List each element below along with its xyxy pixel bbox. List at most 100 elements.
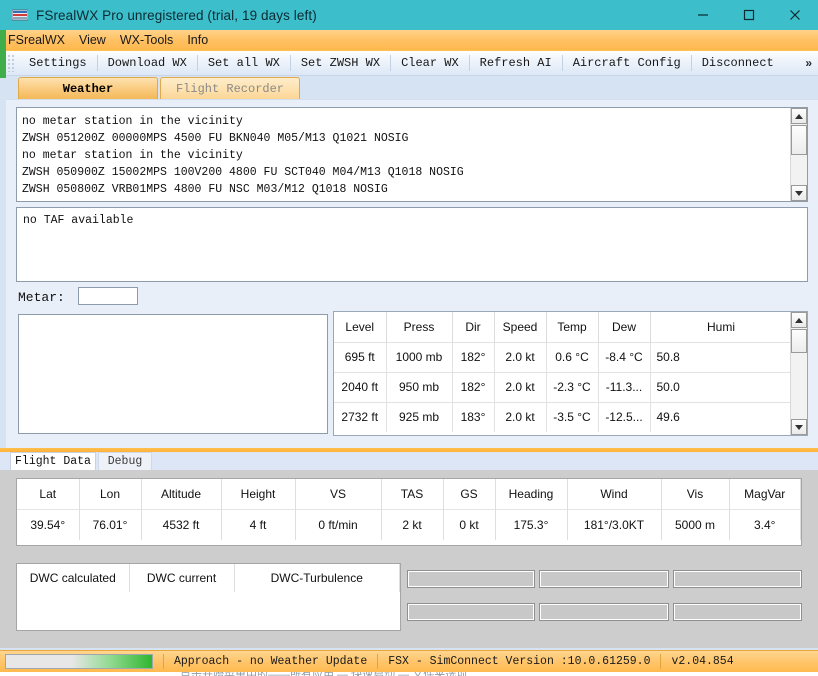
menu-item-view[interactable]: View	[79, 33, 106, 47]
toolbar-button-download-wx[interactable]: Download WX	[98, 53, 197, 74]
dwc-field-box-6[interactable]	[673, 603, 802, 621]
toolbar-overflow-chevron-icon[interactable]: »	[801, 56, 818, 70]
table-header-row: Lat Lon Altitude Height VS TAS GS Headin…	[17, 479, 801, 510]
dwc-field-box-1[interactable]	[407, 570, 535, 588]
column-header-gs[interactable]: GS	[443, 479, 496, 510]
column-header-humi[interactable]: Humi	[650, 312, 793, 342]
column-header-height[interactable]: Height	[221, 479, 296, 510]
metar-listbox[interactable]: no metar station in the vicinity ZWSH 05…	[16, 107, 808, 202]
level-data-grid[interactable]: Level Press Dir Speed Temp Dew Humi 695 …	[333, 311, 808, 436]
tab-debug[interactable]: Debug	[98, 452, 152, 470]
column-header-tas[interactable]: TAS	[381, 479, 444, 510]
cell-speed: 2.0 kt	[494, 341, 547, 372]
menu-item-fsrealwx[interactable]: FSrealWX	[8, 33, 65, 47]
cell-wind: 181°/3.0KT	[567, 509, 662, 540]
column-header-vis[interactable]: Vis	[661, 479, 730, 510]
maximize-button[interactable]	[726, 0, 772, 30]
minimize-button[interactable]	[680, 0, 726, 30]
flight-data-grid[interactable]: Lat Lon Altitude Height VS TAS GS Headin…	[16, 478, 802, 546]
window-controls	[680, 0, 818, 30]
column-header-speed[interactable]: Speed	[494, 312, 547, 342]
column-header-press[interactable]: Press	[386, 312, 453, 342]
desktop-taskbar-sliver: 点击开始菜单中的——所有应用 — 快速启动 — 文件夹选项	[0, 672, 818, 676]
column-header-dwc-current[interactable]: DWC current	[129, 564, 235, 592]
status-message: Approach - no Weather Update	[174, 655, 368, 668]
scroll-down-arrow-icon[interactable]	[791, 185, 807, 201]
table-row[interactable]: 2040 ft 950 mb 182° 2.0 kt -2.3 °C -11.3…	[334, 371, 793, 402]
toolbar-button-aircraft-config[interactable]: Aircraft Config	[563, 53, 691, 74]
dwc-field-box-3[interactable]	[673, 570, 802, 588]
cell-level: 695 ft	[334, 341, 387, 372]
cell-press: 925 mb	[386, 401, 453, 432]
tab-flight-data[interactable]: Flight Data	[10, 452, 96, 470]
column-header-altitude[interactable]: Altitude	[141, 479, 222, 510]
cell-level: 2732 ft	[334, 401, 387, 432]
scrollbar-thumb[interactable]	[791, 329, 807, 353]
menu-item-wx-tools[interactable]: WX-Tools	[120, 33, 173, 47]
scroll-down-arrow-icon[interactable]	[791, 419, 807, 435]
flight-data-table: Lat Lon Altitude Height VS TAS GS Headin…	[17, 479, 801, 540]
cell-dew: -11.3...	[598, 371, 651, 402]
column-header-level[interactable]: Level	[334, 312, 387, 342]
status-version: v2.04.854	[671, 655, 734, 668]
column-header-vs[interactable]: VS	[295, 479, 382, 510]
weather-detail-panel[interactable]	[18, 314, 328, 434]
column-header-temp[interactable]: Temp	[546, 312, 599, 342]
column-header-dwc-turbulence[interactable]: DWC-Turbulence	[234, 564, 400, 592]
column-header-dir[interactable]: Dir	[452, 312, 495, 342]
level-grid-vertical-scrollbar[interactable]	[790, 312, 807, 435]
metar-input[interactable]	[78, 287, 138, 305]
dwc-field-box-4[interactable]	[407, 603, 535, 621]
cell-dew: -8.4 °C	[598, 341, 651, 372]
cell-humi: 49.6	[650, 401, 793, 432]
toolbar-button-settings[interactable]: Settings	[19, 53, 97, 74]
status-divider	[163, 654, 164, 669]
toolbar-grip-handle[interactable]	[7, 54, 16, 72]
table-row[interactable]: 39.54° 76.01° 4532 ft 4 ft 0 ft/min 2 kt…	[17, 509, 801, 540]
window-title: FSrealWX Pro unregistered (trial, 19 day…	[36, 7, 317, 23]
column-header-lat[interactable]: Lat	[17, 479, 80, 510]
column-header-dwc-calculated[interactable]: DWC calculated	[17, 564, 130, 592]
table-row[interactable]: 695 ft 1000 mb 182° 2.0 kt 0.6 °C -8.4 °…	[334, 341, 793, 372]
cell-altitude: 4532 ft	[141, 509, 222, 540]
column-header-wind[interactable]: Wind	[567, 479, 662, 510]
scrollbar-thumb[interactable]	[791, 125, 807, 155]
column-header-heading[interactable]: Heading	[495, 479, 568, 510]
column-header-lon[interactable]: Lon	[79, 479, 142, 510]
close-button[interactable]	[772, 0, 818, 30]
metar-text: no metar station in the vicinity ZWSH 05…	[22, 115, 464, 196]
cell-lat: 39.54°	[17, 509, 80, 540]
cell-press: 950 mb	[386, 371, 453, 402]
metar-vertical-scrollbar[interactable]	[790, 108, 807, 201]
toolbar-button-set-all-wx[interactable]: Set all WX	[198, 53, 290, 74]
dwc-field-box-5[interactable]	[539, 603, 669, 621]
status-simconnect: FSX - SimConnect Version :10.0.61259.0	[388, 655, 651, 668]
cell-magvar: 3.4°	[729, 509, 801, 540]
cell-press: 1000 mb	[386, 341, 453, 372]
menu-item-info[interactable]: Info	[187, 33, 208, 47]
toolbar-button-set-zwsh-wx[interactable]: Set ZWSH WX	[291, 53, 390, 74]
taf-textbox[interactable]: no TAF available	[16, 207, 808, 282]
taf-text: no TAF available	[23, 214, 134, 227]
tab-flight-recorder[interactable]: Flight Recorder	[160, 77, 300, 99]
main-tabstrip: Weather Flight Recorder	[6, 77, 818, 99]
scroll-up-arrow-icon[interactable]	[791, 108, 807, 124]
dwc-field-box-2[interactable]	[539, 570, 669, 588]
table-row[interactable]: 2732 ft 925 mb 183° 2.0 kt -3.5 °C -12.5…	[334, 401, 793, 432]
cell-vs: 0 ft/min	[295, 509, 382, 540]
cell-height: 4 ft	[221, 509, 296, 540]
dwc-grid[interactable]: DWC calculated DWC current DWC-Turbulenc…	[16, 563, 401, 631]
toolbar-button-clear-wx[interactable]: Clear WX	[391, 53, 469, 74]
cell-speed: 2.0 kt	[494, 401, 547, 432]
cell-lon: 76.01°	[79, 509, 142, 540]
app-icon	[11, 7, 29, 23]
column-header-magvar[interactable]: MagVar	[729, 479, 801, 510]
tab-weather[interactable]: Weather	[18, 77, 158, 99]
toolbar-button-refresh-ai[interactable]: Refresh AI	[470, 53, 562, 74]
toolbar-button-disconnect[interactable]: Disconnect	[692, 53, 784, 74]
column-header-dew[interactable]: Dew	[598, 312, 651, 342]
taskbar-text-fragment: 点击开始菜单中的——所有应用 — 快速启动 — 文件夹选项	[180, 672, 467, 676]
scroll-up-arrow-icon[interactable]	[791, 312, 807, 328]
table-header-row: Level Press Dir Speed Temp Dew Humi	[334, 312, 793, 342]
cell-temp: 0.6 °C	[546, 341, 599, 372]
